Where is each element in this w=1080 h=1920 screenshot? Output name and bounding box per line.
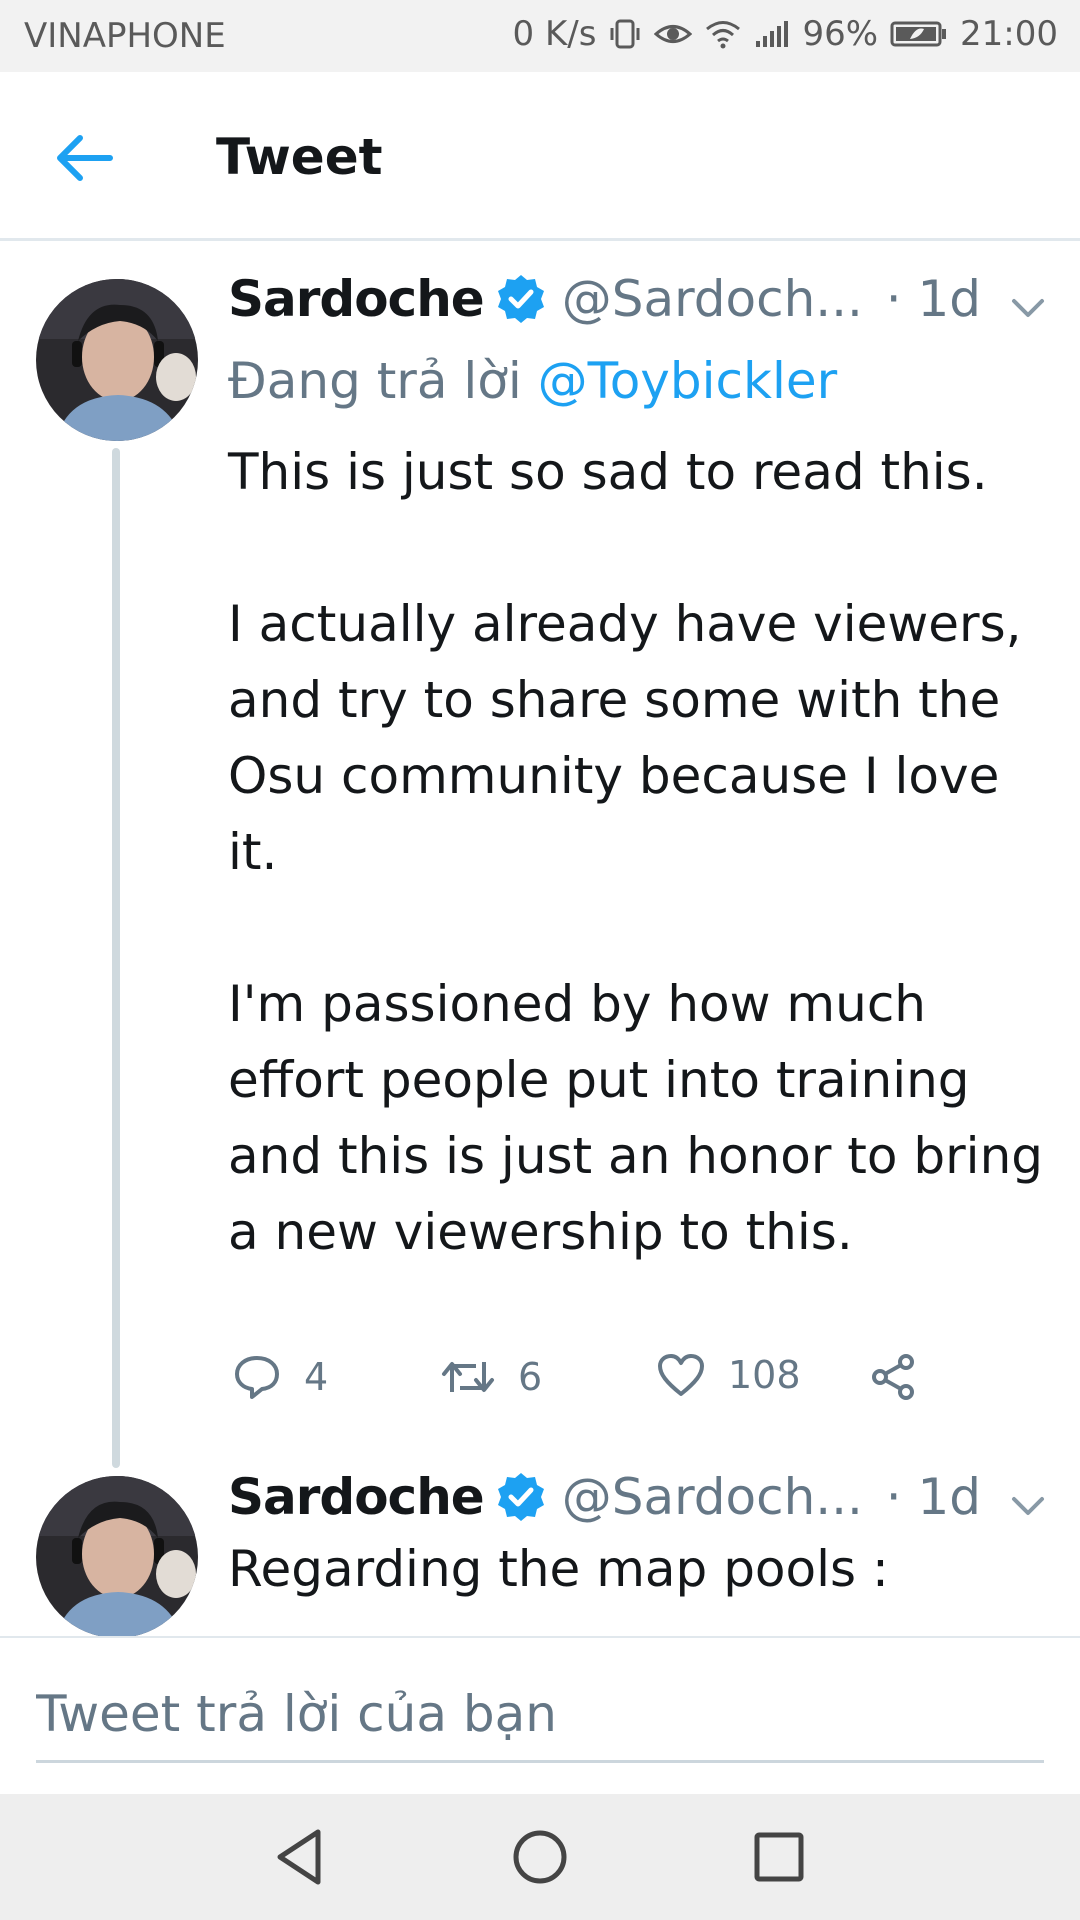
reply-button[interactable]: 4 [232, 1352, 328, 1402]
thread-connector [112, 448, 120, 1468]
battery-icon [890, 21, 947, 47]
tweet-header: Sardoche @Sardoch... · 1d [228, 270, 981, 328]
tweet-paragraph: I actually already have viewers, and try… [228, 595, 1022, 881]
replying-to: Đang trả lời @Toybickler [228, 352, 837, 410]
avatar[interactable] [36, 1476, 198, 1638]
wifi-icon [706, 21, 741, 49]
tweet-body: Regarding the map pools : [228, 1540, 889, 1598]
verified-badge-icon [497, 275, 544, 323]
retweet-count: 6 [518, 1355, 543, 1399]
author-name[interactable]: Sardoche [228, 1468, 485, 1526]
page-title: Tweet [216, 128, 383, 186]
like-button[interactable]: 108 [656, 1352, 801, 1398]
vibrate-icon [610, 19, 640, 49]
tweet-timestamp: · 1d [885, 270, 982, 328]
status-icons: 0 K/s 96% 21:00 [513, 14, 1058, 54]
tweet-timestamp: · 1d [885, 1468, 982, 1526]
reply-input[interactable] [36, 1668, 1044, 1763]
avatar[interactable] [36, 279, 198, 441]
chevron-down-icon[interactable] [1010, 1494, 1046, 1518]
signal-icon [756, 21, 789, 47]
author-handle[interactable]: @Sardoch... [562, 270, 866, 328]
status-bar: VINAPHONE 0 K/s 96% 21:00 [0, 0, 1080, 72]
tweet-paragraph: I'm passioned by how much effort people … [228, 975, 1043, 1261]
author-name[interactable]: Sardoche [228, 270, 485, 328]
tweet-paragraph: This is just so sad to read this. [228, 443, 988, 501]
reply-count: 4 [304, 1355, 329, 1399]
nav-recents-icon[interactable] [744, 1822, 814, 1892]
verified-badge-icon [497, 1473, 544, 1521]
retweet-icon [442, 1362, 494, 1392]
battery-percent: 96% [802, 14, 879, 54]
tweet-actions: 4 6 108 [228, 1352, 1048, 1412]
replying-prefix: Đang trả lời [228, 352, 538, 410]
reply-icon [235, 1356, 279, 1399]
tweet-header: Sardoche @Sardoch... · 1d [228, 1468, 981, 1526]
back-arrow-icon[interactable] [52, 130, 116, 186]
carrier-name: VINAPHONE [24, 16, 226, 56]
mention-link[interactable]: @Toybickler [538, 352, 838, 410]
chevron-down-icon[interactable] [1010, 296, 1046, 320]
tweet-body: This is just so sad to read this. I actu… [228, 434, 1058, 1270]
clock: 21:00 [960, 14, 1058, 54]
reply-composer [0, 1636, 1080, 1796]
nav-home-icon[interactable] [505, 1822, 575, 1892]
like-count: 108 [728, 1353, 801, 1397]
eye-icon [654, 25, 693, 43]
author-handle[interactable]: @Sardoch... [562, 1468, 866, 1526]
network-speed: 0 K/s [512, 14, 597, 54]
heart-icon [658, 1354, 704, 1396]
app-header: Tweet [0, 72, 1080, 240]
share-button[interactable] [868, 1352, 918, 1402]
header-divider [0, 238, 1080, 241]
share-icon [872, 1354, 914, 1400]
system-nav-bar [0, 1794, 1080, 1920]
nav-back-icon[interactable] [266, 1822, 336, 1892]
retweet-button[interactable]: 6 [440, 1352, 542, 1402]
